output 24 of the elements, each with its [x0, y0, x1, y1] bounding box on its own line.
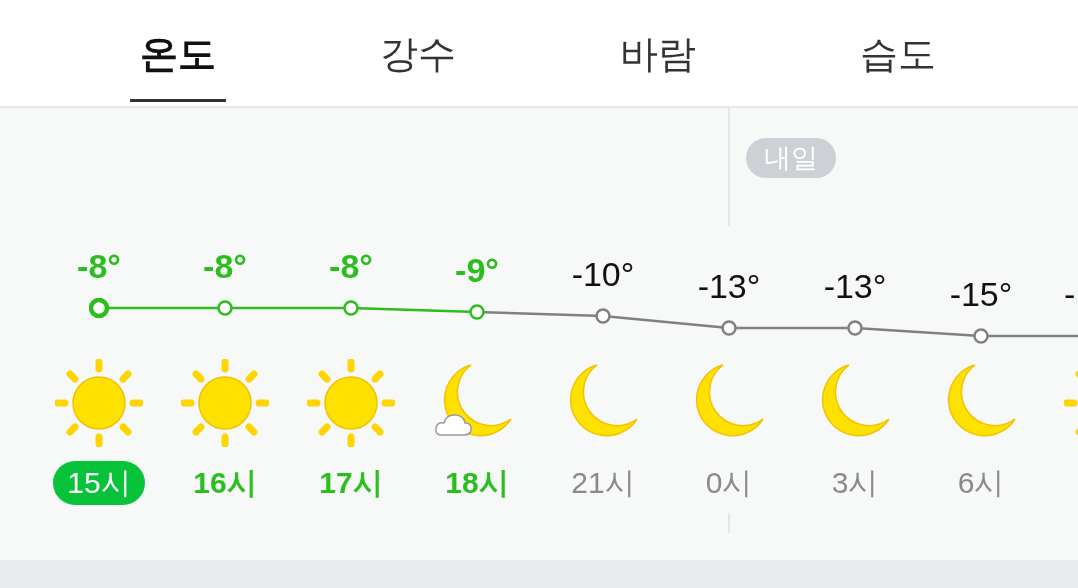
sun-icon — [307, 359, 395, 447]
hour-label: 17시 — [318, 465, 384, 501]
hour-label: 3시 — [830, 465, 880, 501]
sun-icon — [181, 359, 269, 447]
temperature-label: -10° — [571, 254, 635, 294]
tab[interactable]: 온도 — [58, 0, 298, 106]
temperature-label: -13° — [697, 266, 761, 306]
temperature-label: -9° — [455, 250, 499, 290]
hour-label: 16시 — [192, 465, 258, 501]
hour-label: 21시 — [570, 465, 636, 501]
temperature-label: -15° — [949, 274, 1013, 314]
hour-label: 15시 — [53, 461, 145, 505]
tab[interactable]: 강수 — [298, 0, 538, 106]
temperature-label: -8° — [203, 246, 247, 286]
tab[interactable]: 습도 — [778, 0, 1018, 106]
hour-label: 0시 — [704, 465, 754, 501]
temperature-label: -8° — [77, 246, 121, 286]
tab[interactable]: 바람 — [538, 0, 778, 106]
temperature-label: -13° — [823, 266, 887, 306]
sun-icon — [55, 359, 143, 447]
hour-label: 18시 — [444, 465, 510, 501]
temperature-label: -8° — [329, 246, 373, 286]
temperature-label: - — [1064, 274, 1076, 314]
hour-label: 6시 — [956, 465, 1006, 501]
